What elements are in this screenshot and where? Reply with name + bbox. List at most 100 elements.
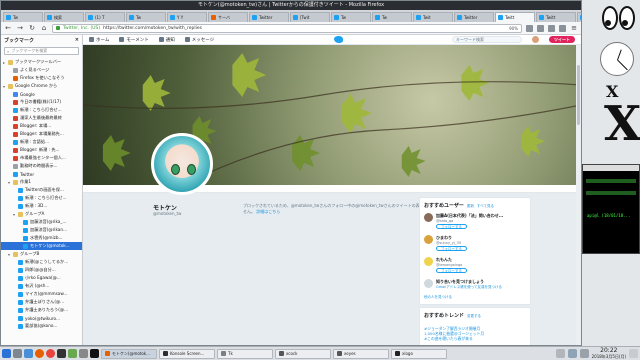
- bookmark-item[interactable]: 有沢 (@sh...: [1, 282, 82, 290]
- bookmark-item[interactable]: ▾ 作業1: [1, 178, 82, 186]
- back-button[interactable]: ←: [4, 24, 12, 32]
- library-icon[interactable]: [548, 24, 555, 32]
- bookmark-item[interactable]: 小rko Egawa(@...: [1, 274, 82, 282]
- reload-button[interactable]: ↻: [28, 24, 36, 32]
- browser-tab[interactable]: Y Y: [167, 12, 207, 22]
- bookmark-item[interactable]: 新潮(@こうしてるか...: [1, 258, 82, 266]
- volume-icon[interactable]: [579, 349, 589, 358]
- browser-tab[interactable]: Tw: [126, 12, 166, 22]
- bookmark-item[interactable]: 加藤涼音(@rikan...: [1, 226, 82, 234]
- terminal-titlebar[interactable]: [583, 165, 639, 171]
- trend-item[interactable]: #この曲を聴いたら春が来る: [424, 336, 526, 341]
- bookmark-item[interactable]: 新潮 : 3D...: [1, 202, 82, 210]
- network-icon[interactable]: [567, 349, 577, 358]
- bookmark-item[interactable]: 新潮 : こちら打合せ...: [1, 194, 82, 202]
- reco-view-all-link[interactable]: すべて見る: [477, 204, 494, 209]
- browser-tab[interactable]: (1) T: [85, 12, 125, 22]
- bookmark-item[interactable]: マイカ(@mmmsaw...: [1, 290, 82, 298]
- trends-change-link[interactable]: 変更する: [467, 314, 481, 319]
- reco-user-avatar[interactable]: [424, 213, 433, 222]
- bookmark-item[interactable]: ▾ Google Chrome から: [1, 82, 82, 90]
- learn-more-link[interactable]: 詳細はこちら: [256, 209, 280, 214]
- browser-tab[interactable]: Tw: [3, 12, 43, 22]
- expand-twisty-icon[interactable]: ▾: [8, 180, 11, 185]
- menu-icon[interactable]: ≡: [570, 24, 578, 32]
- scrollbar-thumb[interactable]: [577, 65, 580, 125]
- browser-tab[interactable]: Twitter: [454, 12, 494, 22]
- browser-tab[interactable]: Twitt: [536, 12, 576, 22]
- account-avatar[interactable]: [532, 36, 539, 43]
- bookmark-item[interactable]: 新潮 : こちら打合せ...: [1, 106, 82, 114]
- bookmark-item[interactable]: Twitterの画面を保...: [1, 186, 82, 194]
- bookmark-item[interactable]: 勤務時の時間表示...: [1, 162, 82, 170]
- expand-twisty-icon[interactable]: ▾: [8, 252, 11, 257]
- xlogo-widget[interactable]: X: [604, 96, 640, 152]
- profile-avatar[interactable]: [151, 133, 213, 195]
- xlogo-launcher-icon[interactable]: [90, 349, 99, 358]
- browser-tab[interactable]: Twitt: [495, 12, 535, 22]
- bookmark-item[interactable]: 弁護士ありたろう(@...: [1, 306, 82, 314]
- zoom-level[interactable]: 90%: [509, 26, 518, 31]
- window-title[interactable]: モトケン(@motoken_tw)さん | Twitterからの保護付きツイート…: [1, 1, 581, 10]
- taskbar-task[interactable]: xeyes: [333, 348, 389, 359]
- browser-tab[interactable]: Twit: [413, 12, 453, 22]
- bookmark-item[interactable]: 加藤涼音(@rika_...: [1, 218, 82, 226]
- taskbar-task[interactable]: Konsole Screen...: [159, 348, 215, 359]
- bookmark-item[interactable]: ▸ ブックマークツールバー: [1, 58, 82, 66]
- browser-tab[interactable]: (1) T: [577, 12, 581, 22]
- bookmark-item[interactable]: モトケン(@motok...: [1, 242, 82, 250]
- bookmark-item[interactable]: 四郎(@@自分...: [1, 266, 82, 274]
- bookmark-item[interactable]: Blogger: 本場...: [1, 122, 82, 130]
- xclock-widget[interactable]: [600, 42, 634, 76]
- sidebar-title[interactable]: ブックマーク: [4, 37, 34, 44]
- firefox-launcher-icon[interactable]: [35, 349, 44, 358]
- forward-button[interactable]: →: [16, 24, 24, 32]
- close-icon[interactable]: ×: [75, 37, 79, 43]
- terminal-launcher-icon[interactable]: [57, 349, 66, 358]
- follow-button[interactable]: フォローする: [436, 224, 467, 229]
- bookmark-item[interactable]: 市場最強センター個人...: [1, 154, 82, 162]
- find-more-link[interactable]: 他の人を見つける: [424, 295, 526, 300]
- expand-twisty-icon[interactable]: ▾: [3, 84, 6, 89]
- home-button[interactable]: ⌂: [40, 24, 48, 32]
- bookmark-search-input[interactable]: ⌕ ブックマークを検索: [4, 47, 79, 55]
- bookmark-item[interactable]: Twitter: [1, 170, 82, 178]
- browser-tab[interactable]: Tw: [372, 12, 412, 22]
- sidebar-icon[interactable]: [559, 24, 566, 32]
- follow-button[interactable]: フォローする: [436, 246, 467, 251]
- expand-twisty-icon[interactable]: ▸: [3, 60, 6, 65]
- show-desktop-icon[interactable]: [629, 349, 638, 358]
- taskbar-task[interactable]: xlogo: [391, 348, 447, 359]
- bookmark-item[interactable]: 要部協(@kono...: [1, 322, 82, 330]
- bookmark-star-icon[interactable]: [526, 24, 533, 32]
- taskbar-task[interactable]: Tk: [217, 348, 273, 359]
- browser-tab[interactable]: [Twit: [290, 12, 330, 22]
- image-viewer-icon[interactable]: [68, 349, 77, 358]
- browser-tab[interactable]: Tw: [331, 12, 371, 22]
- reco-refresh-link[interactable]: 更新: [467, 204, 474, 209]
- app-launcher-icon[interactable]: [79, 349, 88, 358]
- reco-user-avatar[interactable]: [424, 235, 433, 244]
- tweet-button[interactable]: ツイート: [549, 36, 575, 43]
- bookmark-item[interactable]: 弁護士ぼりさん(@...: [1, 298, 82, 306]
- browser-tab[interactable]: 検索: [44, 12, 84, 22]
- nav-notifications[interactable]: 通知: [158, 37, 175, 43]
- page-scrollbar[interactable]: [576, 45, 581, 345]
- bookmark-item[interactable]: Blogger: 新潮 : 先...: [1, 146, 82, 154]
- keyboard-icon[interactable]: [555, 349, 565, 358]
- start-menu-icon[interactable]: [2, 349, 11, 358]
- downloads-icon[interactable]: [537, 24, 544, 32]
- nav-messages[interactable]: メッセージ: [184, 37, 214, 43]
- bookmark-item[interactable]: yoko(@twikuro...: [1, 314, 82, 322]
- bookmark-item[interactable]: 新潮 : 言語処...: [1, 138, 82, 146]
- browser-tab[interactable]: Twitter: [249, 12, 289, 22]
- file-manager-icon[interactable]: [24, 349, 33, 358]
- bookmark-item[interactable]: ▾ グループA: [1, 210, 82, 218]
- url-bar[interactable]: Twitter, Inc. (US) https://twitter.com/m…: [52, 23, 522, 33]
- xeyes-widget[interactable]: [600, 6, 636, 32]
- find-friends-subtitle[interactable]: Gmailアドレス帳を使って友達を見つける: [436, 285, 526, 290]
- twitter-bird-icon[interactable]: [334, 36, 344, 43]
- taskbar-task[interactable]: モトケン(@motok...: [101, 348, 157, 359]
- reco-user-avatar[interactable]: [424, 257, 433, 266]
- expand-twisty-icon[interactable]: ▾: [13, 212, 16, 217]
